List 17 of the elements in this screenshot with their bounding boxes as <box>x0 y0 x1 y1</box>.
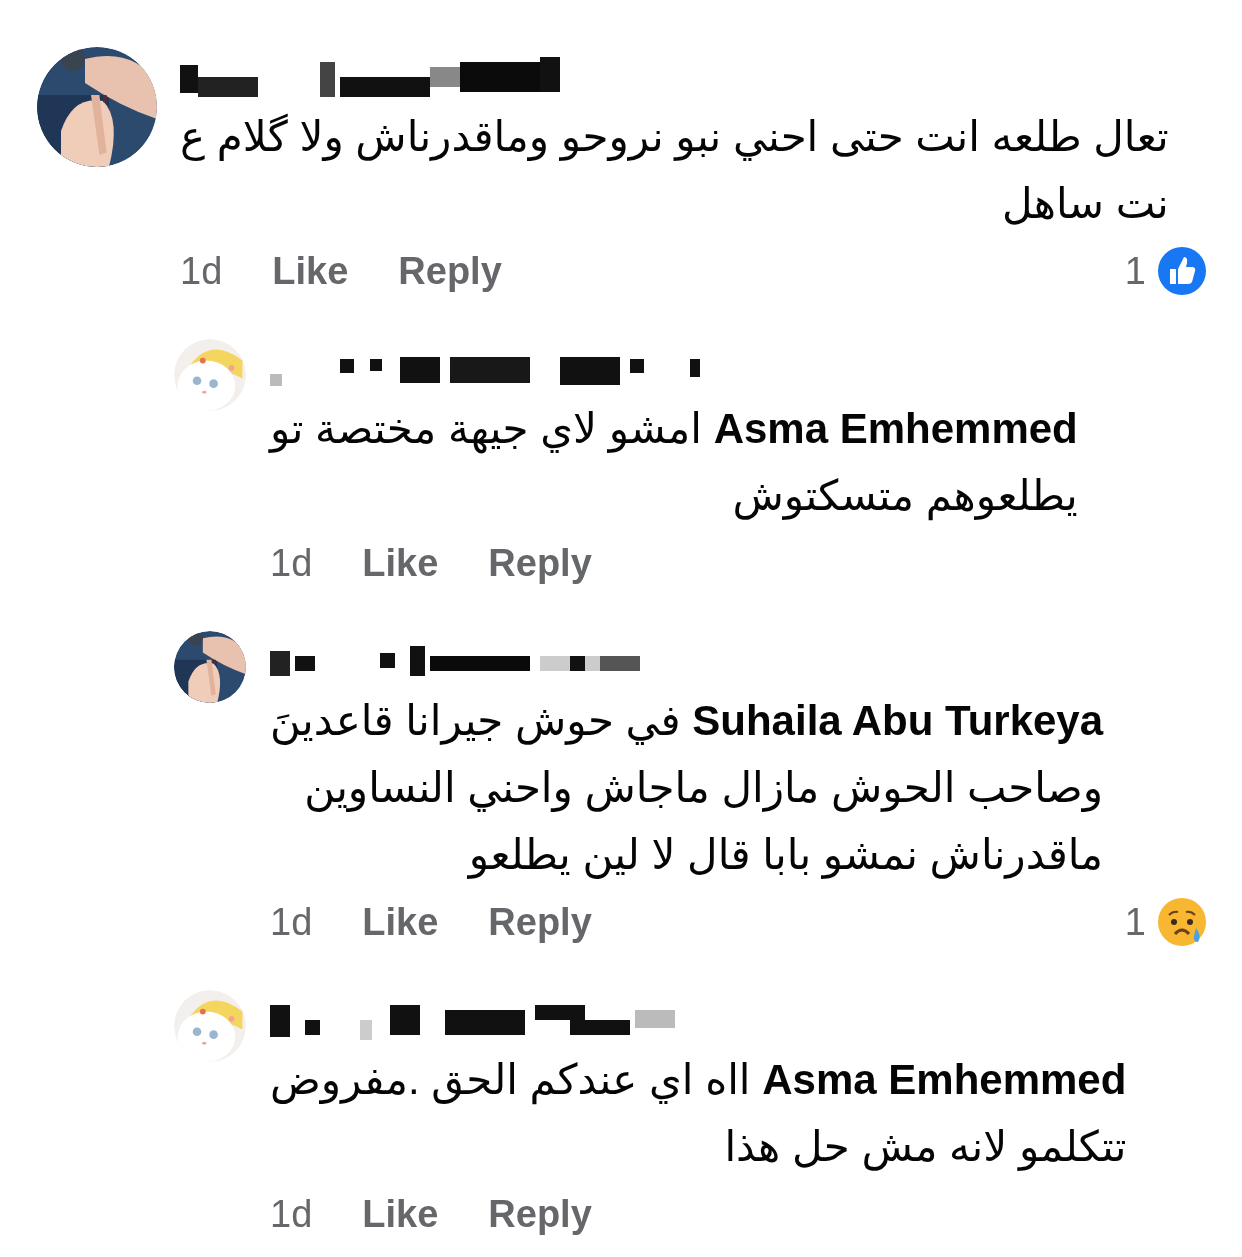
comment-text: تعال طلعه انت حتى احني نبو نروحو وماقدرناش ولا گلام ع نت ساهل <box>180 112 1169 229</box>
crying-face-icon <box>1158 898 1206 946</box>
reaction-count: 1 <box>1124 900 1146 944</box>
comment-time: 1d <box>270 1192 313 1236</box>
reply-link[interactable]: Reply <box>398 249 502 293</box>
reaction-count: 1 <box>1124 249 1146 293</box>
reply-link[interactable]: Reply <box>488 900 592 944</box>
like-link[interactable]: Like <box>362 900 439 944</box>
reply-link[interactable]: Reply <box>488 541 592 585</box>
like-link[interactable]: Like <box>362 541 439 585</box>
like-link[interactable]: Like <box>272 249 349 293</box>
thumbs-up-icon <box>1158 247 1206 295</box>
reply-link[interactable]: Reply <box>488 1192 592 1236</box>
comment-time: 1d <box>270 541 313 585</box>
comment-time: 1d <box>180 249 223 293</box>
like-link[interactable]: Like <box>362 1192 439 1236</box>
comment-time: 1d <box>270 900 313 944</box>
